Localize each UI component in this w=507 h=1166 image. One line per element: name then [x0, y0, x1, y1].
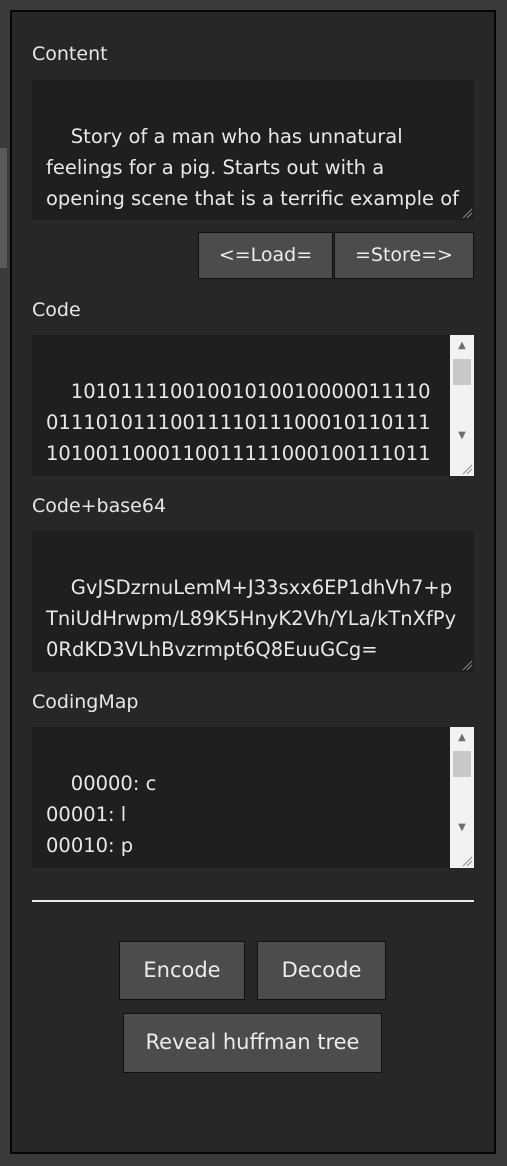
- code-label: Code: [32, 299, 81, 321]
- encode-button[interactable]: Encode: [119, 941, 245, 1000]
- resize-grip-icon[interactable]: [461, 463, 473, 475]
- content-textarea[interactable]: Story of a man who has unnatural feeling…: [32, 80, 474, 220]
- code-textarea[interactable]: 1010111100100101001000001111001110101110…: [32, 335, 474, 476]
- code-base64-textarea[interactable]: GvJSDzrnuLemM+J33sxx6EP1dhVh7+pTniUdHrwp…: [32, 531, 474, 672]
- resize-grip-icon[interactable]: [461, 855, 473, 867]
- scroll-down-icon[interactable]: ▼: [450, 427, 474, 445]
- coding-map-label: CodingMap: [32, 691, 139, 713]
- code-text: 1010111100100101001000001111001110101110…: [46, 380, 431, 476]
- code-scrollbar[interactable]: ▲ ▼: [450, 335, 474, 476]
- store-button[interactable]: =Store=>: [334, 232, 474, 279]
- scroll-up-icon[interactable]: ▲: [450, 729, 474, 747]
- scroll-thumb[interactable]: [453, 359, 471, 385]
- coding-map-textarea[interactable]: 00000: c 00001: l 00010: p 00011: g 001 …: [32, 727, 474, 868]
- scroll-thumb[interactable]: [453, 751, 471, 777]
- coding-map-text: 00000: c 00001: l 00010: p 00011: g 001: [46, 772, 157, 868]
- decode-button[interactable]: Decode: [257, 941, 386, 1000]
- content-text: Story of a man who has unnatural feeling…: [46, 125, 460, 220]
- huffman-panel: Content Story of a man who has unnatural…: [10, 10, 496, 1154]
- reveal-huffman-tree-button[interactable]: Reveal huffman tree: [123, 1013, 382, 1073]
- resize-grip-icon[interactable]: [461, 659, 473, 671]
- coding-map-scrollbar[interactable]: ▲ ▼: [450, 727, 474, 868]
- load-button[interactable]: <=Load=: [198, 232, 333, 279]
- code-base64-label: Code+base64: [32, 495, 167, 517]
- scroll-down-icon[interactable]: ▼: [450, 819, 474, 837]
- resize-grip-icon[interactable]: [461, 207, 473, 219]
- scroll-up-icon[interactable]: ▲: [450, 337, 474, 355]
- code-base64-text: GvJSDzrnuLemM+J33sxx6EP1dhVh7+pTniUdHrwp…: [46, 576, 457, 661]
- section-divider: [32, 900, 474, 902]
- background-window-edge: [0, 148, 7, 268]
- content-label: Content: [32, 43, 108, 65]
